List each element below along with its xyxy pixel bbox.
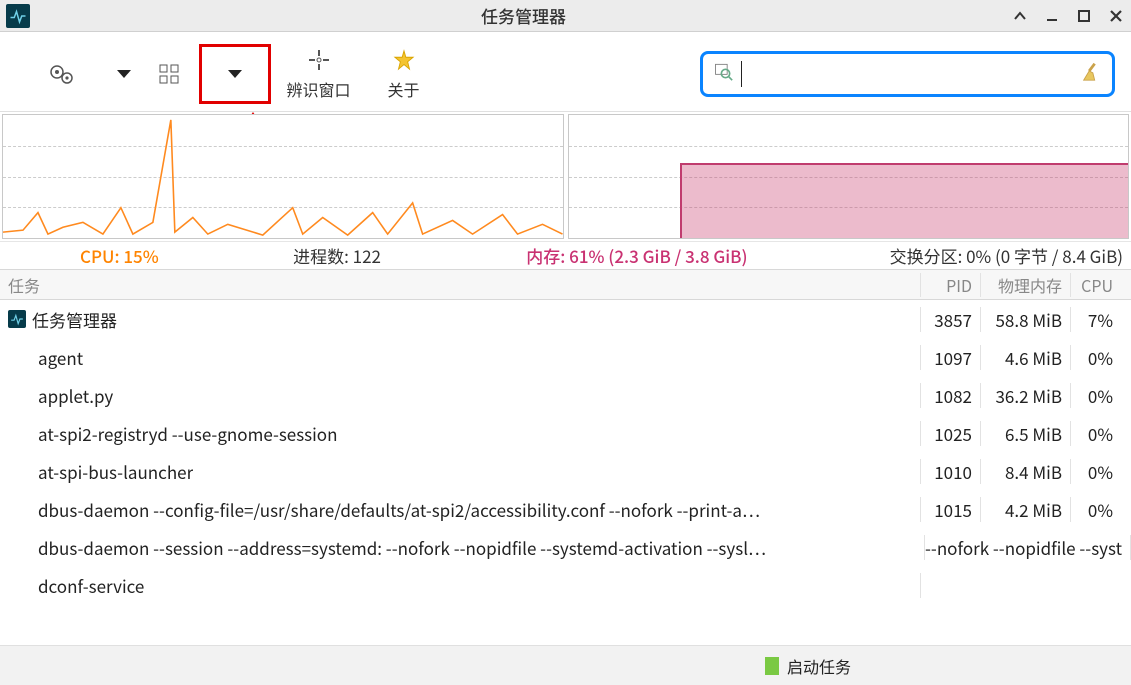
app-icon: [6, 4, 30, 28]
legend-running-icon: [765, 657, 779, 675]
toolbar: 辨识窗口 关于: [0, 32, 1131, 112]
text-cursor: [741, 61, 742, 87]
table-row[interactable]: dconf-service: [0, 566, 1131, 604]
table-row[interactable]: agent 1097 4.6 MiB 0%: [0, 338, 1131, 376]
process-rss: 36.2 MiB: [981, 383, 1071, 408]
process-cpu: 7%: [1071, 307, 1131, 332]
cpu-sparkline: [3, 115, 563, 238]
graphs-panel: [0, 112, 1131, 242]
process-name: dbus-daemon --session --address=systemd:…: [38, 535, 766, 560]
swap-stat: 交换分区: 0% (0 字节 / 8.4 GiB): [825, 243, 1131, 268]
gears-icon: [48, 61, 76, 87]
process-pid: 3857: [921, 307, 981, 332]
table-row[interactable]: 任务管理器 3857 58.8 MiB 7%: [0, 300, 1131, 338]
process-cpu: 0%: [1071, 497, 1131, 522]
column-cpu[interactable]: CPU: [1071, 273, 1131, 297]
chevron-down-icon: [228, 70, 242, 78]
process-cpu: 0%: [1071, 421, 1131, 446]
table-row[interactable]: dbus-daemon --config-file=/usr/share/def…: [0, 490, 1131, 528]
stats-row: CPU: 15% 进程数: 122 内存: 61% (2.3 GiB / 3.8…: [0, 242, 1131, 270]
column-pid[interactable]: PID: [921, 273, 981, 297]
cpu-stat: CPU: 15%: [0, 243, 293, 268]
memory-graph[interactable]: [568, 114, 1130, 239]
footer: 启动任务: [0, 645, 1131, 685]
task-manager-icon: [8, 310, 26, 328]
about-label: 关于: [387, 77, 419, 101]
grid-icon: [158, 61, 180, 87]
process-rss: 4.6 MiB: [981, 345, 1071, 370]
process-pid: 1082: [921, 383, 981, 408]
process-name: dconf-service: [38, 573, 144, 598]
search-icon: [713, 61, 733, 86]
process-rss: --nofork --nopidfile --syst: [925, 535, 1131, 560]
table-row[interactable]: applet.py 1082 36.2 MiB 0%: [0, 376, 1131, 414]
settings-menu-caret[interactable]: [109, 44, 139, 104]
start-task-label: 启动任务: [787, 654, 851, 678]
memory-stat: 内存: 61% (2.3 GiB / 3.8 GiB): [506, 243, 824, 268]
view-menu-caret[interactable]: [199, 44, 271, 104]
column-task[interactable]: 任务: [0, 273, 921, 297]
close-button[interactable]: [1107, 7, 1125, 25]
titlebar: 任务管理器: [0, 0, 1131, 32]
process-name: at-spi2-registryd --use-gnome-session: [38, 421, 337, 446]
broom-icon[interactable]: [1080, 60, 1102, 87]
table-row[interactable]: dbus-daemon --session --address=systemd:…: [0, 528, 1131, 566]
cpu-graph[interactable]: [2, 114, 564, 239]
identify-window-button[interactable]: 辨识窗口: [281, 44, 356, 104]
process-name: agent: [38, 345, 83, 370]
process-pid: 1010: [921, 459, 981, 484]
process-pid: 1015: [921, 497, 981, 522]
process-rss: 6.5 MiB: [981, 421, 1071, 446]
window-controls: [1011, 7, 1125, 25]
column-rss[interactable]: 物理内存: [981, 273, 1071, 297]
chevron-down-icon: [117, 70, 131, 78]
process-name: 任务管理器: [32, 307, 117, 332]
view-button[interactable]: [149, 44, 189, 104]
table-row[interactable]: at-spi2-registryd --use-gnome-session 10…: [0, 414, 1131, 452]
process-count-stat: 进程数: 122: [293, 243, 506, 268]
process-cpu: 0%: [1071, 345, 1131, 370]
maximize-button[interactable]: [1075, 7, 1093, 25]
settings-button[interactable]: [24, 44, 99, 104]
about-button[interactable]: 关于: [366, 44, 441, 104]
crosshair-icon: [307, 47, 331, 73]
search-box[interactable]: [700, 51, 1115, 97]
roll-up-button[interactable]: [1011, 7, 1029, 25]
process-rss: 8.4 MiB: [981, 459, 1071, 484]
window-title: 任务管理器: [36, 3, 1011, 28]
star-icon: [393, 47, 415, 73]
process-rss: 58.8 MiB: [981, 307, 1071, 332]
identify-window-label: 辨识窗口: [286, 77, 350, 101]
process-pid: 1025: [921, 421, 981, 446]
process-list[interactable]: 任务管理器 3857 58.8 MiB 7% agent 1097 4.6 Mi…: [0, 300, 1131, 645]
process-name: dbus-daemon --config-file=/usr/share/def…: [38, 497, 760, 522]
process-cpu: 0%: [1071, 383, 1131, 408]
search-input[interactable]: [750, 65, 1072, 83]
process-name: applet.py: [38, 383, 113, 408]
process-pid: 1097: [921, 345, 981, 370]
table-header: 任务 PID 物理内存 CPU: [0, 270, 1131, 300]
process-rss: 4.2 MiB: [981, 497, 1071, 522]
memory-fill: [680, 163, 1128, 238]
table-row[interactable]: at-spi-bus-launcher 1010 8.4 MiB 0%: [0, 452, 1131, 490]
process-name: at-spi-bus-launcher: [38, 459, 193, 484]
process-cpu: 0%: [1071, 459, 1131, 484]
minimize-button[interactable]: [1043, 7, 1061, 25]
